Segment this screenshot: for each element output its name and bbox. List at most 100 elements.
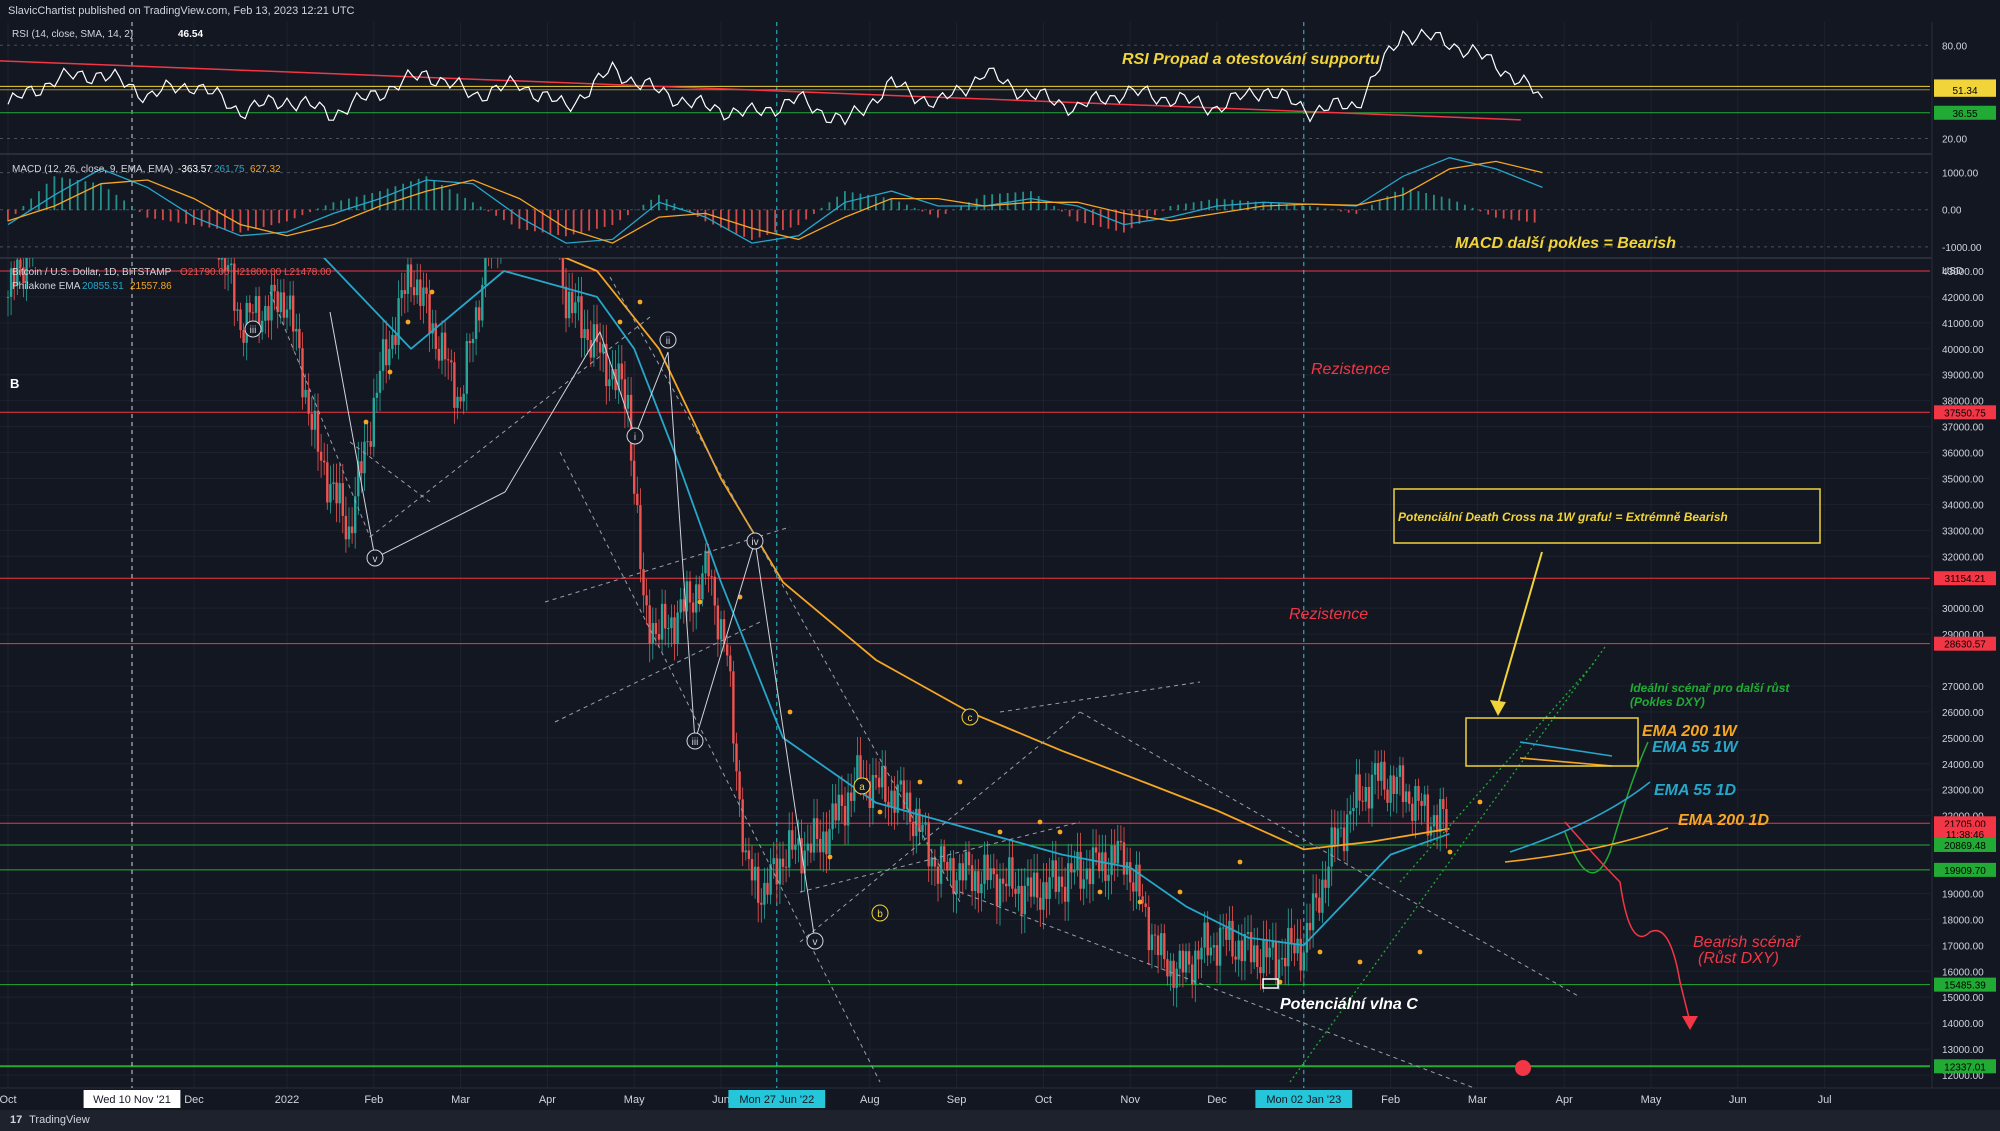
macd-histogram-bar xyxy=(1526,209,1528,222)
candle-body xyxy=(1262,938,1265,974)
candle-body xyxy=(1063,886,1067,902)
macd-histogram-bar xyxy=(270,209,273,226)
macd-histogram-bar xyxy=(1169,206,1172,211)
macd-histogram-bar xyxy=(131,206,133,211)
chart-canvas[interactable]: 80.0020.001000.000.00-1000.0043000.00420… xyxy=(0,22,2000,1110)
candle-body xyxy=(1284,957,1287,967)
candle-body xyxy=(1417,785,1420,801)
price-tag-label: 31154.21 xyxy=(1945,574,1986,585)
wave-label-c: c xyxy=(961,708,979,726)
candle-body xyxy=(583,329,586,339)
rsi-note: RSI Propad a otestování supportu xyxy=(1122,51,1380,68)
candle-body xyxy=(1011,857,1014,889)
price-tag-label: 36.55 xyxy=(1952,109,1977,120)
macd-histogram-bar xyxy=(890,198,893,211)
candle-body xyxy=(791,830,794,850)
macd-histogram-bar xyxy=(1495,209,1497,218)
x-axis-label: Jul xyxy=(1818,1094,1832,1106)
price-tag-label: 51.34 xyxy=(1952,86,1977,97)
macd-histogram-bar xyxy=(1316,207,1319,211)
signal-dot xyxy=(1137,899,1143,905)
y-axis-label: 0.00 xyxy=(1942,206,1962,217)
candle-body xyxy=(620,363,623,380)
signal-dot xyxy=(637,299,643,305)
candle-body xyxy=(822,831,825,853)
macd-histogram-bar xyxy=(1378,200,1381,211)
y-axis-label: 15000.00 xyxy=(1942,993,1984,1004)
candle-body xyxy=(837,794,840,821)
macd-histogram-bar xyxy=(588,209,591,231)
side-label: B xyxy=(10,376,19,391)
candle-body xyxy=(691,602,695,613)
signal-dot xyxy=(1057,829,1063,835)
macd-histogram-bar xyxy=(859,193,862,211)
candle-body xyxy=(1318,897,1321,913)
signal-dot xyxy=(1037,819,1043,825)
candle-body xyxy=(636,493,639,506)
publish-header-text: SlavicChartist published on TradingView.… xyxy=(8,5,355,17)
candle-body xyxy=(967,851,971,866)
candle-body xyxy=(766,882,769,895)
candle-body xyxy=(450,360,453,363)
candle-body xyxy=(1414,785,1417,821)
wave-label-iii-top: iii xyxy=(244,320,262,338)
candle-body xyxy=(1045,882,1048,899)
svg-text:v: v xyxy=(373,554,378,565)
x-axis-label: Mar xyxy=(1468,1094,1487,1106)
y-axis-label: 27000.00 xyxy=(1942,682,1984,693)
candle-body xyxy=(416,279,419,296)
macd-histogram-bar xyxy=(1355,209,1358,214)
macd-histogram-bar xyxy=(123,200,126,211)
macd-histogram-bar xyxy=(952,209,955,211)
candle-body xyxy=(248,302,251,313)
candle-body xyxy=(1166,959,1169,977)
candle-body xyxy=(1160,933,1163,956)
macd-histogram-bar xyxy=(138,209,141,213)
x-axis-label: Dec xyxy=(184,1094,204,1106)
macd-histogram-bar xyxy=(1332,209,1335,211)
macd-legend: MACD (12, 26, close, 9, EMA, EMA) xyxy=(12,164,173,175)
candle-body xyxy=(806,843,809,851)
candle-body xyxy=(998,878,1002,907)
y-axis-label: 13000.00 xyxy=(1942,1045,1984,1056)
candle-body xyxy=(698,584,701,600)
y-axis-label: 17000.00 xyxy=(1942,941,1984,952)
candle-body xyxy=(347,526,351,540)
macd-histogram-bar xyxy=(1456,201,1459,211)
candle-body xyxy=(949,858,952,871)
ema-legend: Philakone EMA xyxy=(12,281,81,292)
macd-histogram-bar xyxy=(1192,202,1195,211)
candle-body xyxy=(695,584,698,613)
macd-histogram-bar xyxy=(278,209,281,224)
macd-histogram-bar xyxy=(146,209,149,218)
x-axis-label: Wed 10 Nov '21 xyxy=(93,1094,171,1106)
macd-histogram-bar xyxy=(751,209,753,240)
signal-dot xyxy=(405,319,411,325)
candle-body xyxy=(902,780,906,809)
candle-body xyxy=(660,603,664,640)
candle-body xyxy=(704,550,707,574)
signal-dot xyxy=(957,779,963,785)
candle-body xyxy=(478,307,481,321)
macd-legend-value-2: 261.75 xyxy=(214,164,245,175)
candle-body xyxy=(713,576,716,606)
candle-body xyxy=(375,392,379,398)
macd-histogram-bar xyxy=(479,206,482,211)
candle-body xyxy=(871,774,875,808)
candle-body xyxy=(977,871,980,894)
macd-histogram-bar xyxy=(1347,209,1350,213)
macd-histogram-bar xyxy=(448,189,451,211)
macd-histogram-bar xyxy=(549,209,552,234)
candle-body xyxy=(428,293,431,334)
candle-body xyxy=(1222,927,1225,929)
macd-histogram-bar xyxy=(565,209,567,237)
candle-body xyxy=(1203,922,1206,948)
candle-body xyxy=(254,296,258,313)
ema55-1d-label: EMA 55 1D xyxy=(1654,782,1737,799)
candle-body xyxy=(313,410,317,430)
candle-body xyxy=(1125,862,1129,875)
candle-body xyxy=(1355,774,1358,808)
candle-body xyxy=(1315,893,1318,898)
macd-histogram-bar xyxy=(1115,209,1118,231)
candle-body xyxy=(1020,885,1023,915)
